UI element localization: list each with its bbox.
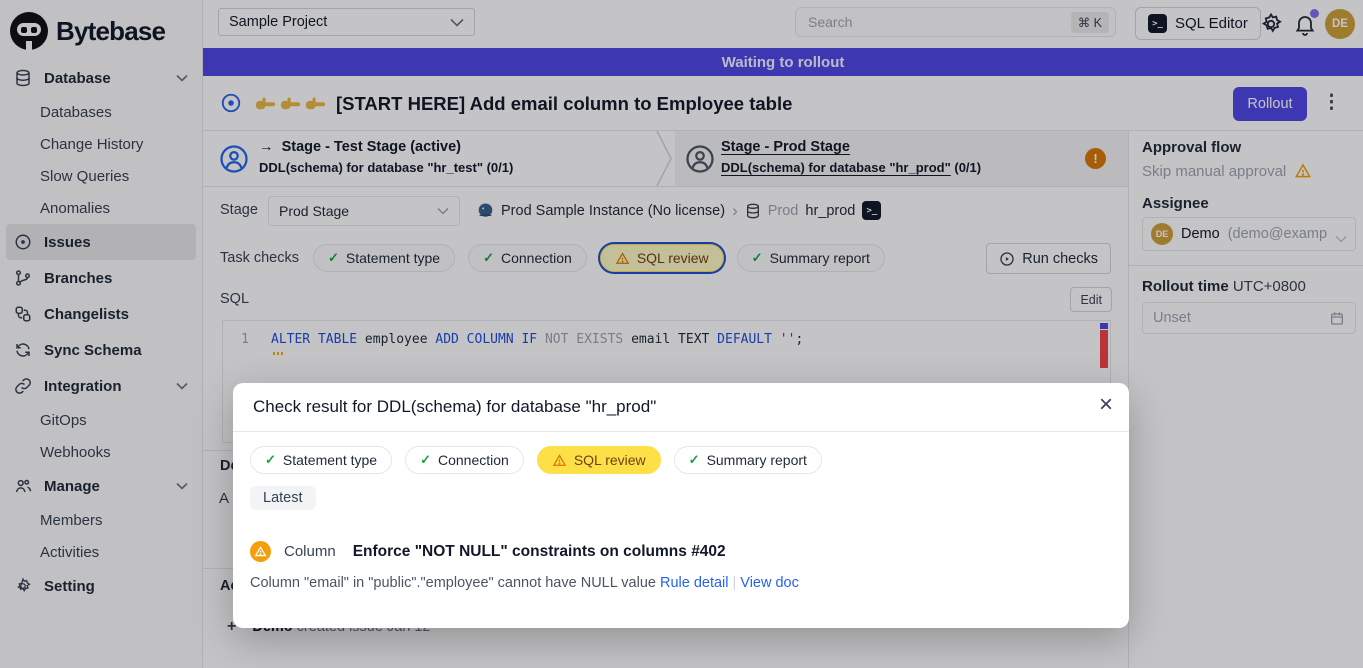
finding-rule-title: Enforce "NOT NULL" constraints on column… [353,543,726,561]
modal-title: Check result for DDL(schema) for databas… [253,397,656,417]
view-doc-link[interactable]: View doc [740,575,799,591]
rule-detail-link[interactable]: Rule detail [660,575,729,591]
link-separator: | [733,575,737,591]
finding-detail: Column "email" in "public"."employee" ca… [250,575,799,591]
finding-detail-text: Column "email" in "public"."employee" ca… [250,575,660,591]
modal-header: Check result for DDL(schema) for databas… [233,383,1129,432]
check-pill-label: Summary report [707,452,807,468]
close-icon[interactable]: × [1099,393,1113,417]
check-pill-sql-review[interactable]: SQL review [537,446,661,474]
check-result-modal: Check result for DDL(schema) for databas… [233,383,1129,628]
check-pill-summary-report[interactable]: ✓ Summary report [674,446,822,474]
modal-check-pills: ✓ Statement type ✓ Connection SQL review ✓… [233,432,1129,474]
finding-category: Column [284,543,336,560]
check-pill-connection[interactable]: ✓ Connection [405,446,524,474]
warning-triangle-icon [552,453,567,468]
check-icon: ✓ [420,452,431,468]
check-icon: ✓ [689,452,700,468]
check-icon: ✓ [265,452,276,468]
check-pill-label: Statement type [283,452,377,468]
warning-circle-icon [250,541,271,562]
check-pill-statement-type[interactable]: ✓ Statement type [250,446,392,474]
bytebase-app: Bytebase Database Databases Change Histo… [0,0,1363,668]
check-pill-label: Connection [438,452,509,468]
latest-badge[interactable]: Latest [250,486,316,510]
finding-row: Column Enforce "NOT NULL" constraints on… [250,541,726,562]
check-pill-label: SQL review [574,452,646,468]
